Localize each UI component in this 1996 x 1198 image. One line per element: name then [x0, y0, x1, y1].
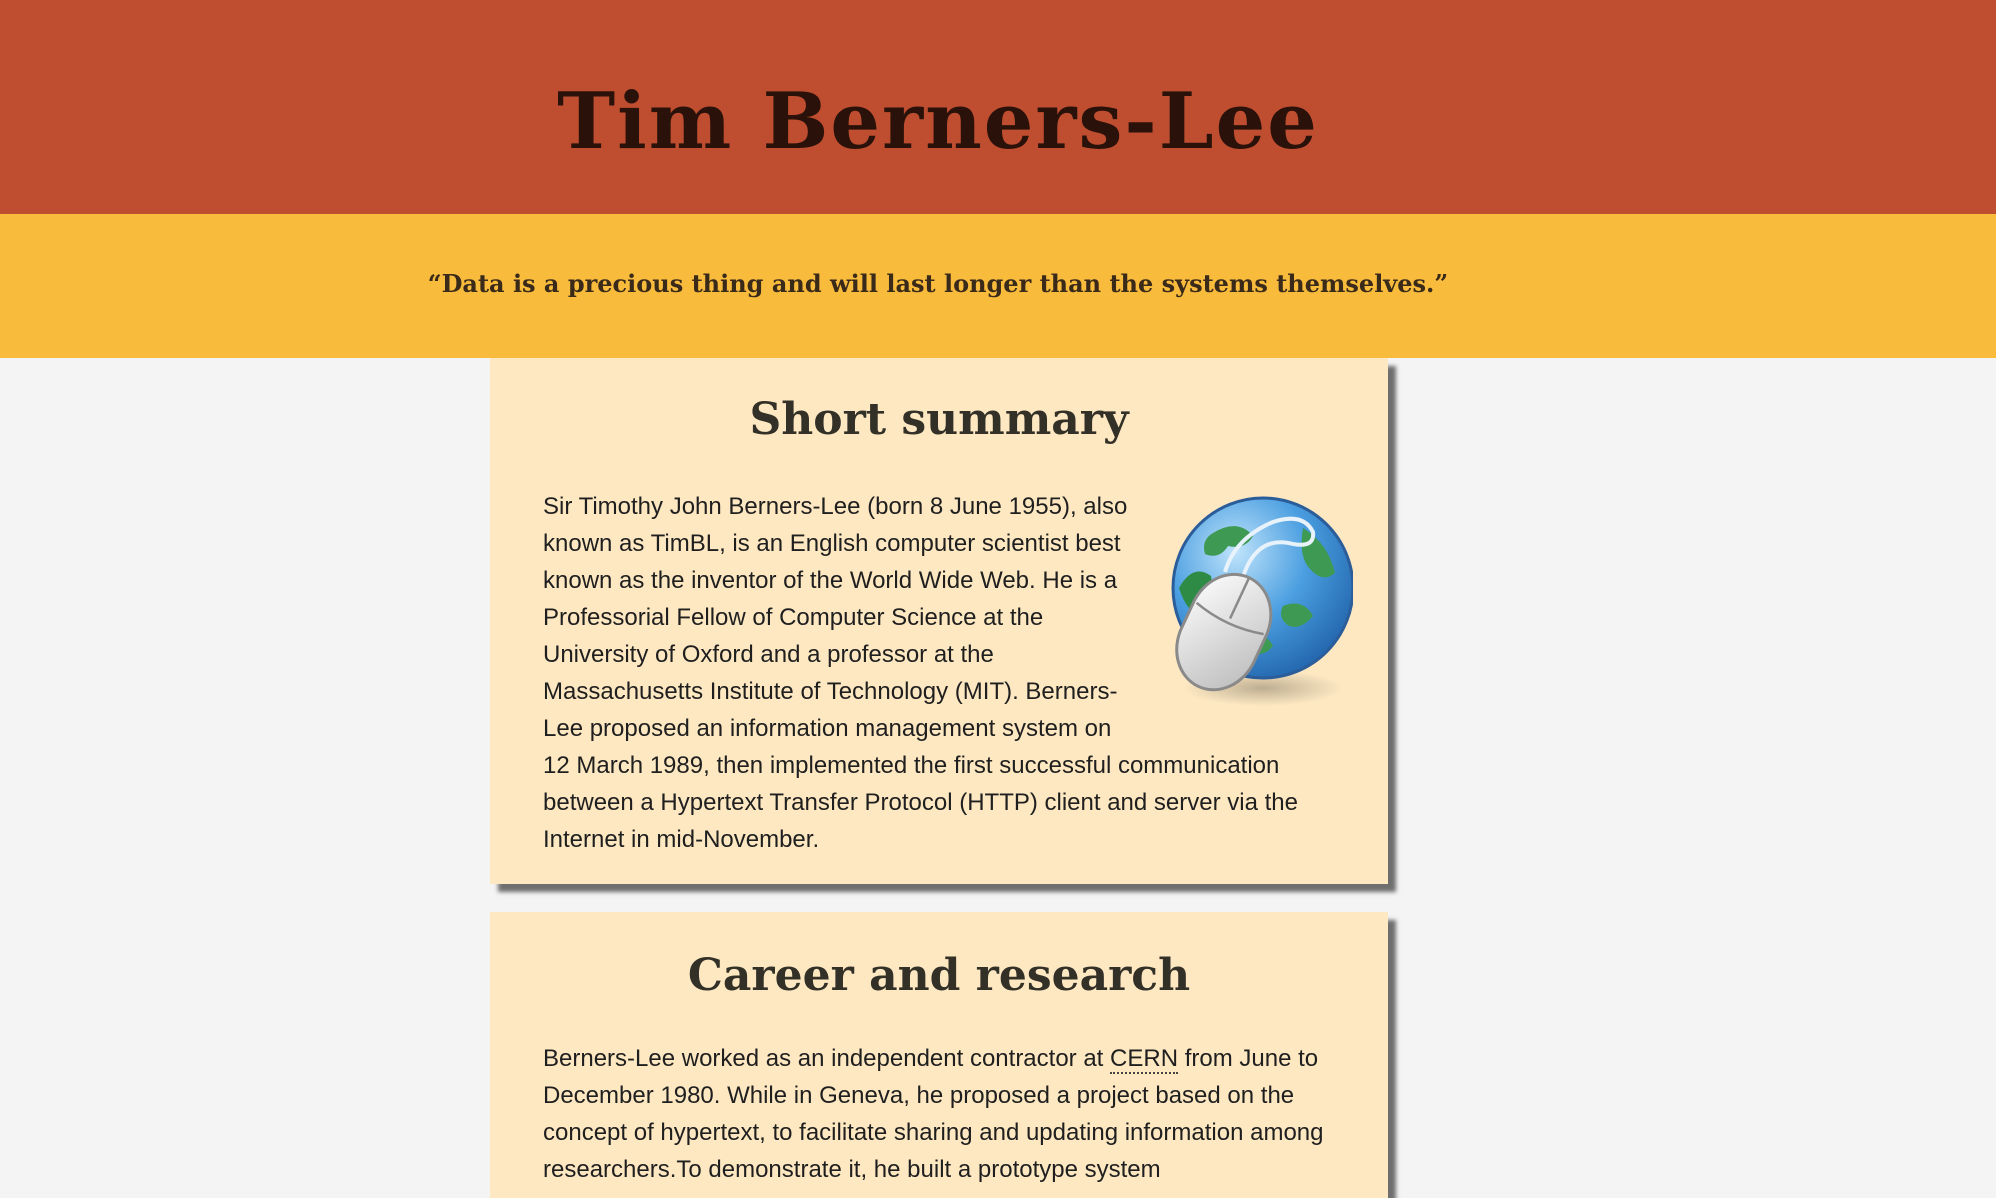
page-header: Tim Berners-Lee [0, 0, 1996, 214]
summary-heading: Short summary [749, 394, 1129, 445]
career-heading: Career and research [687, 950, 1191, 1001]
career-card: Career and research Berners-Lee worked a… [490, 912, 1388, 1198]
globe-with-mouse-icon [1171, 496, 1353, 706]
career-body-start: Berners-Lee worked as an independent con… [543, 1045, 1111, 1072]
quote-text: “Data is a precious thing and will last … [427, 269, 1449, 298]
cern-abbreviation[interactable]: CERN [1110, 1045, 1179, 1074]
page-title: Tim Berners-Lee [557, 76, 1319, 167]
summary-text: Sir Timothy John Berners-Lee (born 8 Jun… [543, 488, 1353, 858]
quote-banner: “Data is a precious thing and will last … [0, 214, 1996, 358]
summary-card: Short summary Sir Timothy John Berners-L… [490, 358, 1388, 884]
career-text: Berners-Lee worked as an independent con… [543, 1040, 1343, 1188]
